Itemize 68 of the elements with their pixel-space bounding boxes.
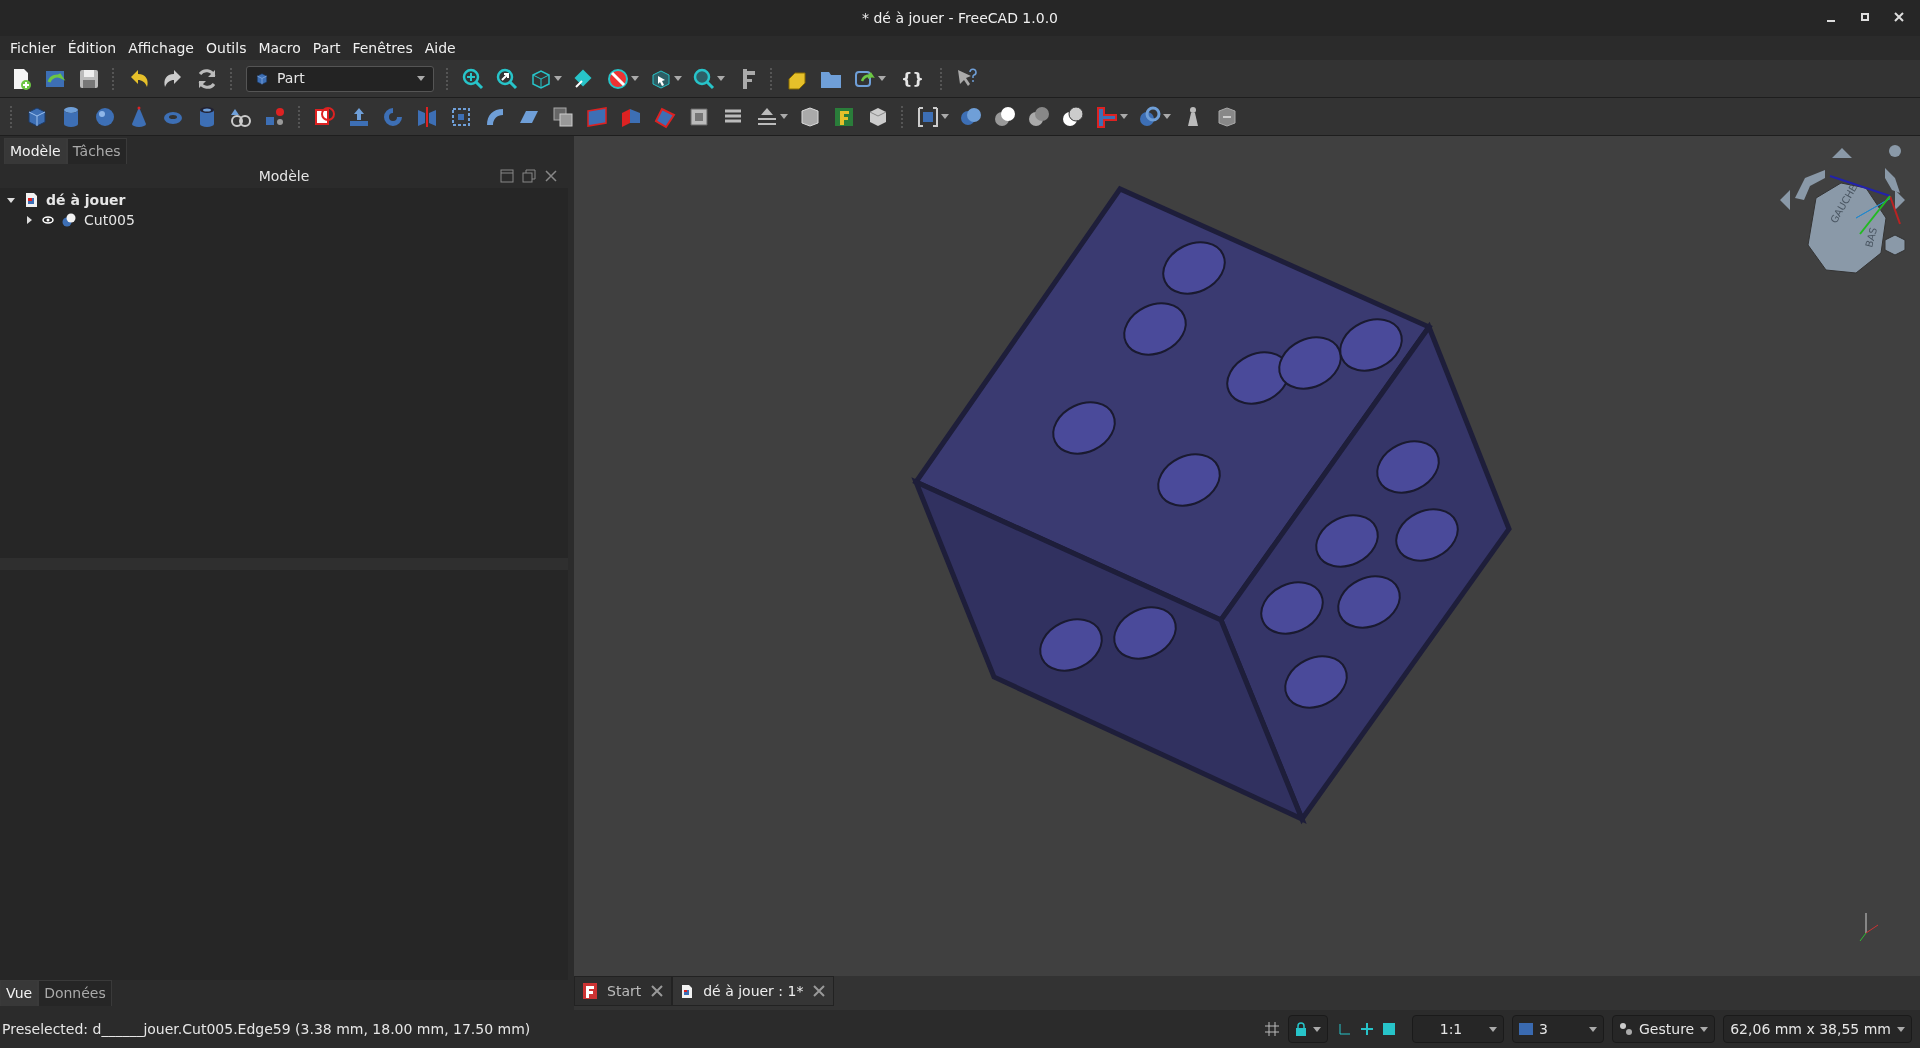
- menu-item[interactable]: Part: [306, 37, 347, 59]
- float-icon[interactable]: [522, 169, 536, 183]
- tab-title: Start: [607, 981, 642, 1001]
- axis-triad-icon: [1859, 912, 1879, 942]
- tree-item[interactable]: dé à jouer: [46, 189, 126, 211]
- dimensions-dropdown[interactable]: 62,06 mm x 38,55 mm: [1723, 1015, 1912, 1043]
- caret-icon[interactable]: [631, 76, 639, 81]
- menu-item[interactable]: Fenêtres: [346, 37, 419, 59]
- lock-dropdown[interactable]: [1288, 1015, 1328, 1043]
- caret-icon[interactable]: [1313, 1026, 1321, 1032]
- compound-icon[interactable]: [916, 104, 940, 129]
- navigation-icon: [1619, 1022, 1633, 1036]
- cube-icon: [255, 71, 269, 86]
- menu-item[interactable]: Macro: [252, 37, 307, 59]
- navigation-style-dropdown[interactable]: Gesture: [1612, 1015, 1716, 1043]
- caret-icon[interactable]: [417, 76, 425, 81]
- document-tab[interactable]: Start: [574, 976, 673, 1006]
- maximize-icon[interactable]: [1860, 12, 1870, 22]
- expand-arrow-icon[interactable]: [24, 215, 34, 225]
- zoom-icon[interactable]: [692, 66, 716, 91]
- tab-title: dé à jouer : 1*: [703, 981, 804, 1001]
- plus-icon[interactable]: [1360, 1022, 1374, 1036]
- grid-icon[interactable]: [1264, 1021, 1280, 1037]
- app-logo-icon: [583, 983, 597, 999]
- menu-item[interactable]: Édition: [61, 37, 123, 59]
- menu-item[interactable]: Fichier: [4, 37, 62, 59]
- caret-icon[interactable]: [1589, 1026, 1597, 1032]
- zoom-dropdown[interactable]: 1:1: [1412, 1015, 1504, 1043]
- no-draw-icon[interactable]: [606, 66, 630, 91]
- lock-icon: [1295, 1022, 1307, 1036]
- close-icon[interactable]: [651, 985, 664, 997]
- caret-icon[interactable]: [1489, 1026, 1497, 1032]
- caret-icon[interactable]: [717, 76, 725, 81]
- workbench-dropdown[interactable]: Part: [246, 65, 434, 92]
- document-icon: [24, 192, 38, 208]
- cut-object-icon: [62, 213, 76, 227]
- menu-item[interactable]: Outils: [200, 37, 253, 59]
- panel-tab[interactable]: Modèle: [4, 138, 67, 164]
- panel-tab[interactable]: Vue: [0, 980, 39, 1006]
- caret-icon[interactable]: [941, 114, 949, 119]
- menu-item[interactable]: Affichage: [122, 37, 200, 59]
- split-icon[interactable]: [1138, 104, 1162, 129]
- document-icon: [681, 983, 694, 999]
- panel-tab[interactable]: Tâches: [66, 138, 127, 164]
- axis-icon[interactable]: [1336, 1021, 1352, 1037]
- join-icon[interactable]: [1095, 104, 1119, 129]
- macro-button[interactable]: {}: [893, 63, 932, 94]
- panel-title: Modèle: [258, 166, 310, 186]
- document-tab[interactable]: dé à jouer : 1*: [672, 976, 835, 1006]
- layer-dropdown[interactable]: 3: [1512, 1015, 1604, 1043]
- square-icon[interactable]: [1382, 1022, 1396, 1036]
- caret-icon[interactable]: [1700, 1026, 1709, 1032]
- caret-icon[interactable]: [554, 76, 562, 81]
- eye-icon[interactable]: [42, 215, 54, 225]
- caret-icon[interactable]: [780, 114, 788, 119]
- caret-icon[interactable]: [1163, 114, 1171, 119]
- tree-item[interactable]: Cut005: [84, 209, 135, 231]
- status-message: Preselected: d______jouer.Cut005.Edge59 (3.38 mm, 18.00 mm, 17.50 mm): [2, 1019, 532, 1039]
- window-title: * dé à jouer - FreeCAD 1.0.0: [862, 8, 1058, 28]
- caret-icon[interactable]: [878, 76, 886, 81]
- dock-icon[interactable]: [500, 169, 514, 183]
- expand-arrow-icon[interactable]: [6, 195, 16, 205]
- panel-tab[interactable]: Données: [38, 980, 112, 1006]
- layer-icon: [1519, 1023, 1533, 1035]
- caret-icon[interactable]: [1120, 114, 1128, 119]
- caret-icon[interactable]: [674, 76, 682, 81]
- menu-item[interactable]: Aide: [418, 37, 462, 59]
- caret-icon[interactable]: [1897, 1026, 1905, 1032]
